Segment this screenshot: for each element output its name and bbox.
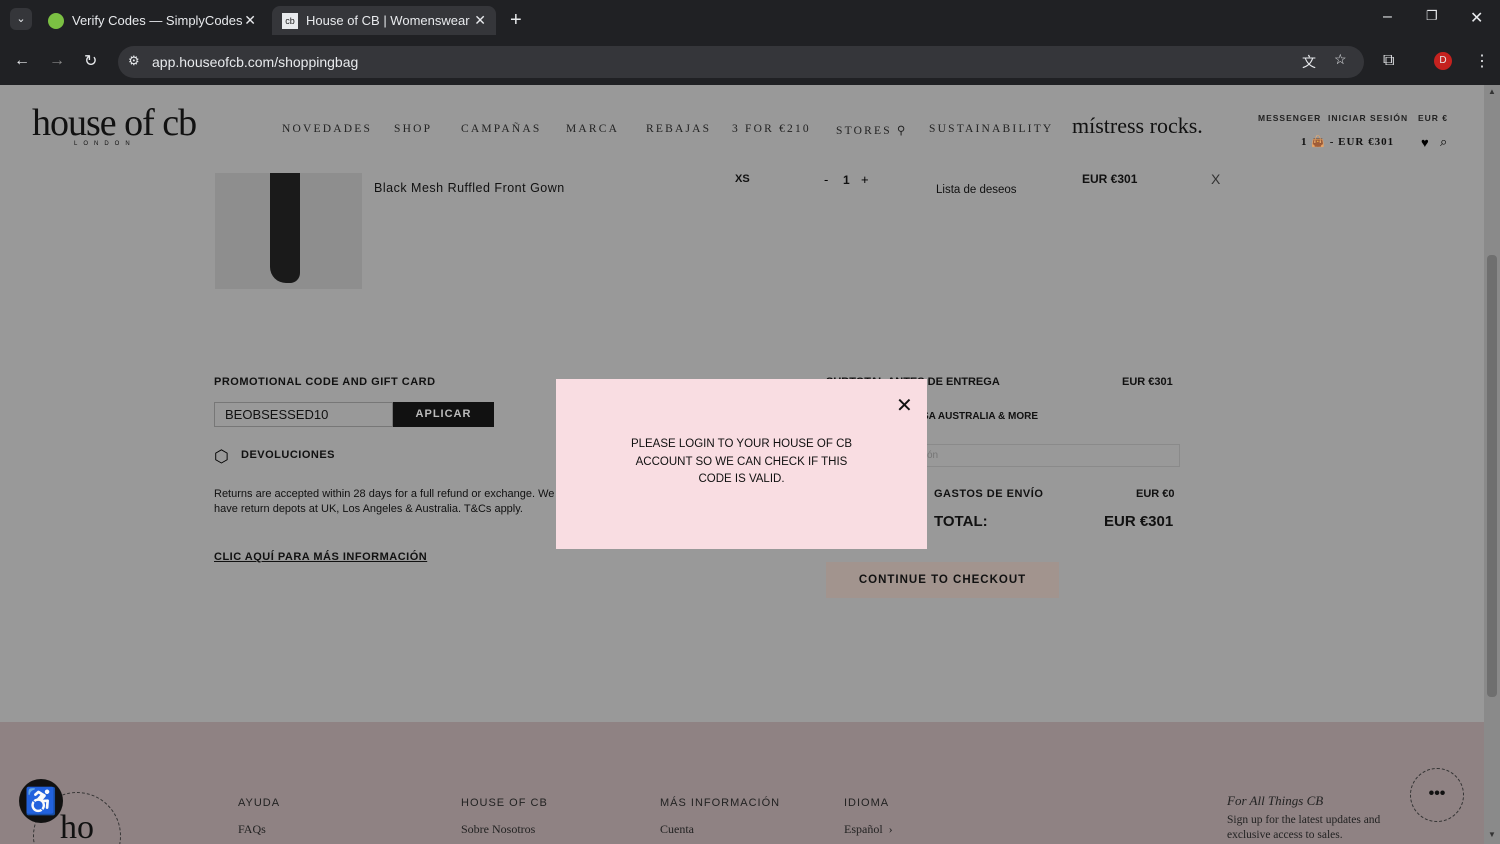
footer-heading-info: MÁS INFORMACIÓN (660, 797, 781, 809)
profile-avatar[interactable]: D (1434, 52, 1452, 70)
footer-heading-ayuda: AYUDA (238, 797, 281, 809)
login-link[interactable]: INICIAR SESIÓN (1328, 113, 1408, 123)
newsletter-title: For All Things CB (1227, 793, 1324, 808)
shopping-bag-page: house of cb LONDON NOVEDADES SHOP CAMPAÑ… (0, 85, 1484, 844)
bookmark-star-icon[interactable]: ☆ (1334, 51, 1347, 68)
scrollbar-thumb[interactable] (1487, 255, 1497, 697)
footer-badge-text: ho (60, 809, 94, 844)
nav-stores-label: STORES (836, 125, 892, 137)
apply-promo-button[interactable]: APLICAR (393, 402, 494, 427)
nav-marca[interactable]: MARCA (566, 123, 619, 135)
nav-3-for-210[interactable]: 3 FOR €210 (732, 123, 811, 135)
tab-search-button[interactable]: ⌄ (10, 8, 32, 30)
nav-rebajas[interactable]: REBAJAS (646, 123, 711, 135)
language-selector[interactable]: Español › (844, 822, 893, 837)
currency-selector[interactable]: EUR € (1418, 113, 1448, 123)
nav-sustainability[interactable]: SUSTAINABILITY (929, 123, 1053, 135)
tab-title: Verify Codes — SimplyCodes (72, 13, 243, 28)
forward-button[interactable]: → (49, 52, 65, 70)
site-info-icon[interactable]: ⚙ (128, 53, 140, 69)
restore-button[interactable]: ❐ (1426, 8, 1438, 24)
close-tab-icon[interactable]: ✕ (244, 12, 256, 29)
gown-figure (270, 173, 300, 283)
footer-link-account[interactable]: Cuenta (660, 822, 694, 837)
wishlist-heart-icon[interactable]: ♥ (1421, 135, 1429, 150)
extensions-icon[interactable]: ⧉ (1383, 52, 1394, 70)
minimize-button[interactable]: – (1383, 8, 1392, 26)
shipping-label: GASTOS DE ENVÍO (934, 488, 1044, 500)
promo-title: PROMOTIONAL CODE AND GIFT CARD (214, 376, 436, 388)
campaign-logo[interactable]: místress rocks. (1072, 113, 1203, 139)
item-price: EUR €301 (1082, 172, 1138, 186)
tab-title: House of CB | Womenswear de (306, 13, 471, 28)
close-window-button[interactable]: ✕ (1470, 8, 1483, 28)
newsletter-text: Sign up for the latest updates and exclu… (1227, 814, 1381, 841)
total-label: TOTAL: (934, 513, 988, 530)
remove-item-button[interactable]: X (1211, 171, 1220, 187)
product-image[interactable] (215, 173, 362, 289)
product-name[interactable]: Black Mesh Ruffled Front Gown (374, 181, 565, 195)
footer: ho ♿ AYUDA FAQs HOUSE OF CB Sobre Nosotr… (0, 722, 1484, 844)
language-value: Español (844, 822, 883, 836)
bag-count: 1 (1301, 136, 1308, 148)
new-tab-button[interactable]: + (510, 9, 522, 32)
nav-stores[interactable]: STORES ⚲ (836, 123, 908, 137)
bag-total: - EUR €301 (1329, 136, 1395, 148)
browser-chrome: ⌄ Verify Codes — SimplyCodes ✕ cb House … (0, 0, 1500, 85)
scroll-up-arrow-icon[interactable]: ▲ (1488, 87, 1496, 96)
footer-link-about[interactable]: Sobre Nosotros (461, 822, 535, 837)
chat-more-button[interactable]: ••• (1410, 768, 1464, 822)
subtotal-value: EUR €301 (1122, 376, 1173, 388)
address-bar[interactable]: ⚙ app.houseofcb.com/shoppingbag 文 ☆ (118, 46, 1364, 78)
close-tab-icon[interactable]: ✕ (474, 12, 486, 29)
shipping-value: EUR €0 (1136, 488, 1175, 500)
location-pin-icon: ⚲ (896, 125, 908, 137)
qty-increase-button[interactable]: + (861, 172, 869, 187)
bag-icon: 👜 (1311, 136, 1326, 148)
translate-icon[interactable]: 文 (1302, 52, 1316, 72)
close-modal-icon[interactable]: ✕ (896, 393, 913, 418)
qty-value: 1 (843, 173, 850, 187)
returns-info-link[interactable]: CLIC AQUÍ PARA MÁS INFORMACIÓN (214, 551, 427, 563)
search-icon[interactable]: ⌕ (1440, 134, 1447, 150)
browser-menu-icon[interactable]: ⋮ (1474, 51, 1490, 71)
houseofcb-favicon-icon: cb (282, 12, 298, 29)
nav-novedades[interactable]: NOVEDADES (282, 123, 372, 135)
simplycodes-favicon-icon (48, 12, 64, 29)
url-text: app.houseofcb.com/shoppingbag (152, 54, 359, 70)
reload-button[interactable]: ↻ (84, 51, 97, 71)
move-to-wishlist-link[interactable]: Lista de deseos (936, 184, 1017, 196)
houseofcb-logo[interactable]: house of cb (32, 101, 197, 145)
logo-subtitle: LONDON (74, 141, 136, 147)
total-value: EUR €301 (1104, 513, 1174, 530)
returns-box-icon: ⬡ (214, 447, 229, 466)
promo-code-input[interactable] (214, 402, 393, 427)
bag-summary[interactable]: 1 👜 - EUR €301 (1301, 135, 1394, 148)
product-size: XS (735, 173, 750, 185)
page-scrollbar[interactable]: ▲ ▼ (1484, 85, 1500, 844)
chevron-right-icon: › (888, 822, 893, 836)
messenger-link[interactable]: MESSENGER (1258, 113, 1321, 123)
nav-campanas[interactable]: CAMPAÑAS (461, 123, 541, 135)
modal-message: PLEASE LOGIN TO YOUR HOUSE OF CB ACCOUNT… (630, 438, 853, 485)
footer-link-faqs[interactable]: FAQs (238, 822, 266, 837)
qty-decrease-button[interactable]: - (824, 172, 828, 187)
returns-title: DEVOLUCIONES (241, 449, 336, 461)
footer-heading-language: IDIOMA (844, 797, 890, 809)
footer-heading-houseofcb: HOUSE OF CB (461, 797, 548, 809)
nav-shop[interactable]: SHOP (394, 123, 432, 135)
tab-simplycodes[interactable]: Verify Codes — SimplyCodes ✕ (38, 6, 266, 35)
tab-houseofcb[interactable]: cb House of CB | Womenswear de ✕ (272, 6, 496, 35)
returns-text: Returns are accepted within 28 days for … (214, 488, 555, 515)
continue-to-checkout-button[interactable]: CONTINUE TO CHECKOUT (826, 562, 1059, 598)
accessibility-button[interactable]: ♿ (19, 779, 63, 823)
login-required-modal: ✕ PLEASE LOGIN TO YOUR HOUSE OF CB ACCOU… (556, 379, 927, 549)
back-button[interactable]: ← (14, 52, 30, 70)
scroll-down-arrow-icon[interactable]: ▼ (1488, 830, 1496, 839)
